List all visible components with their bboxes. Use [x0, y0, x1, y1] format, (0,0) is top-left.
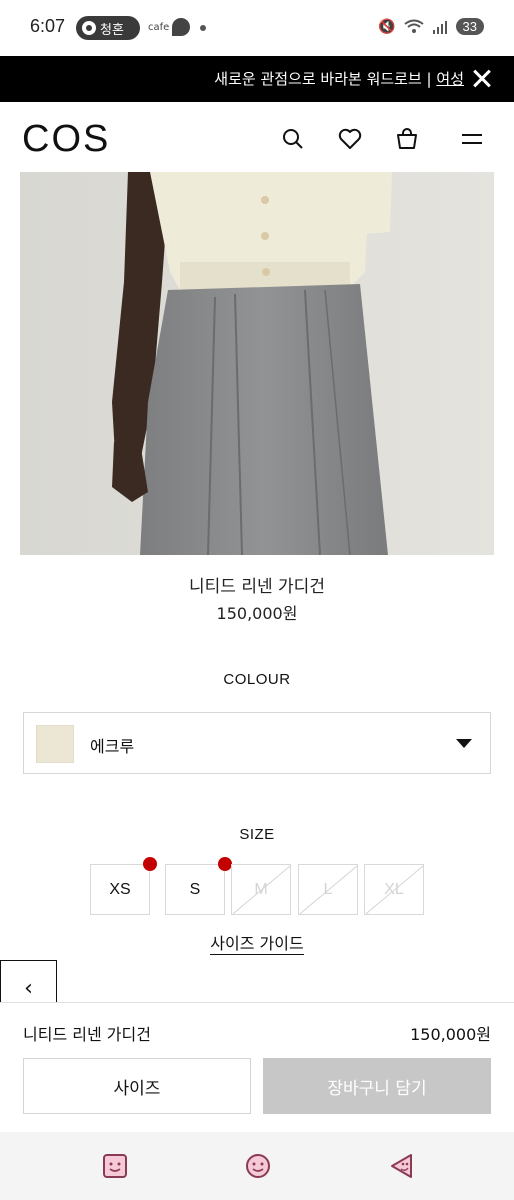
mute-icon: 🔇 [378, 18, 396, 35]
system-nav-bar [0, 1132, 514, 1200]
size-option-m[interactable]: M [231, 864, 291, 915]
select-size-button[interactable]: 사이즈 [23, 1058, 251, 1114]
product-name: 니티드 리넨 가디건 [189, 577, 325, 597]
chevron-left-icon: ‹ [24, 976, 33, 1001]
battery-icon: 33 [455, 18, 484, 35]
back-nav-icon[interactable] [388, 1152, 416, 1180]
brand-logo[interactable]: COS [22, 118, 110, 161]
colour-swatch [36, 725, 74, 763]
sticky-purchase-bar: 니티드 리넨 가디건 150,000원 사이즈 장바구니 담기 [0, 1002, 514, 1132]
app-pill-label: 청혼 [100, 22, 124, 38]
size-option-label: XL [384, 880, 404, 898]
colour-dropdown[interactable]: 에크루 [23, 712, 491, 774]
app-leaf-icon [172, 18, 190, 36]
chevron-down-icon [456, 739, 472, 748]
notification-dot-icon [82, 21, 96, 35]
size-guide-link-wrap: 사이즈 가이드 [0, 930, 514, 955]
add-to-cart-button[interactable]: 장바구니 담기 [263, 1058, 491, 1114]
size-option-s[interactable]: S [165, 857, 232, 915]
home-icon[interactable] [244, 1152, 272, 1180]
size-option-label: S [189, 880, 201, 898]
announcement-link[interactable]: 여성 [436, 70, 464, 88]
more-notifications-icon [200, 25, 206, 31]
size-guide-link[interactable]: 사이즈 가이드 [210, 934, 304, 955]
signal-icon [432, 20, 447, 34]
status-time: 6:07 [30, 16, 66, 36]
heart-icon[interactable] [337, 126, 363, 152]
size-option-label: M [254, 880, 268, 898]
menu-icon[interactable] [459, 126, 485, 152]
colour-selected-value: 에크루 [90, 737, 135, 756]
cafe-label: cafe [148, 22, 170, 33]
notification-dot-icon [143, 857, 157, 871]
announcement-message: 새로운 관점으로 바라본 워드로브 | 여성 [214, 68, 464, 89]
size-option-label: XS [109, 880, 131, 898]
product-price: 150,000원 [216, 604, 298, 623]
size-option-label: L [323, 880, 333, 898]
colour-label: COLOUR [223, 671, 291, 688]
sticky-product-price: 150,000원 [410, 1025, 491, 1044]
announcement-text: 새로운 관점으로 바라본 워드로브 | [214, 70, 437, 88]
app-notification-pill: 청혼 [76, 16, 140, 40]
announcement-bar: 새로운 관점으로 바라본 워드로브 | 여성 [0, 56, 514, 102]
notification-dot-icon [218, 857, 232, 871]
size-option-l[interactable]: L [298, 864, 358, 915]
bag-icon[interactable] [394, 126, 420, 152]
recent-apps-icon[interactable] [101, 1152, 129, 1180]
site-header: COS [0, 102, 514, 174]
product-image[interactable] [20, 172, 494, 555]
status-right: 🔇 33 [378, 18, 484, 35]
size-option-xs[interactable]: XS [90, 857, 157, 915]
wifi-icon [403, 19, 424, 33]
sticky-product-name: 니티드 리넨 가디건 [23, 1025, 151, 1044]
search-icon[interactable] [280, 126, 306, 152]
size-label: SIZE [239, 826, 275, 843]
close-icon[interactable] [468, 64, 496, 92]
size-option-xl[interactable]: XL [364, 864, 424, 915]
status-bar: 6:07 청혼 cafe 🔇 33 [0, 0, 514, 56]
